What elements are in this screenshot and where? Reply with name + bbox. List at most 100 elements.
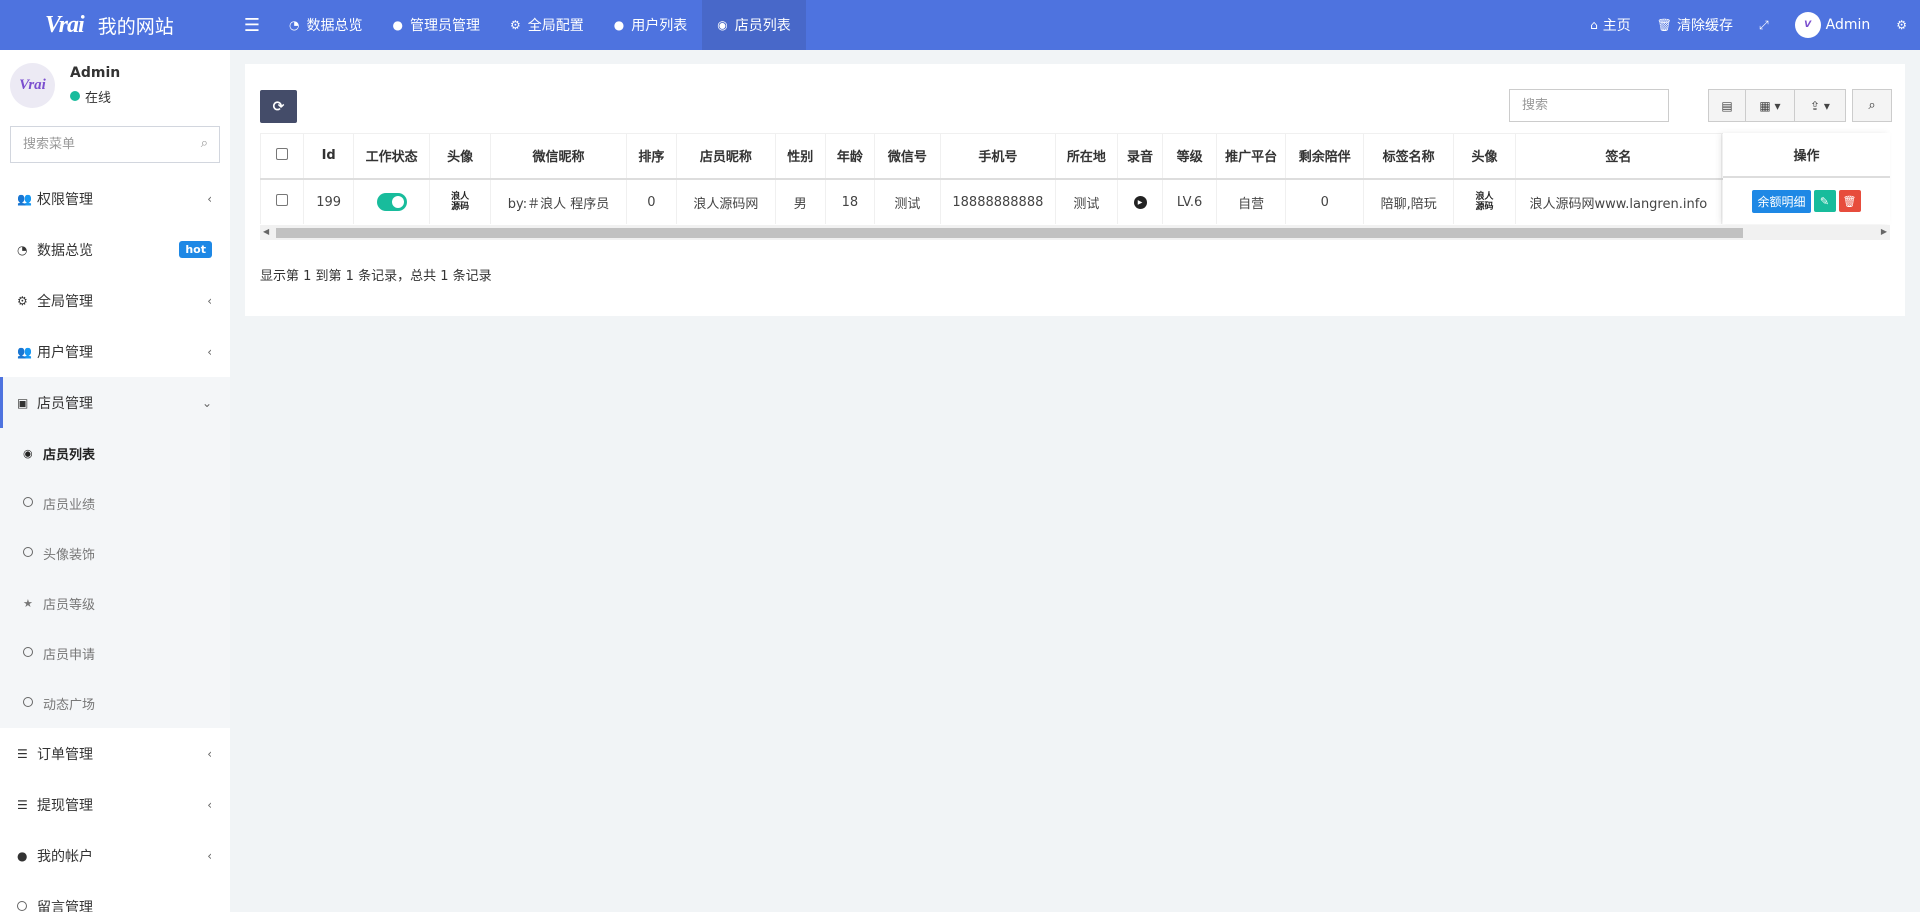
column-header[interactable]: 所在地 — [1055, 133, 1118, 180]
scrollbar-thumb[interactable] — [276, 228, 1743, 238]
site-logo: Vrai — [45, 11, 85, 38]
sidebar-item-global[interactable]: ⚙ 全局管理 ‹ — [0, 275, 230, 326]
sidebar-item-label: 权限管理 — [37, 191, 93, 208]
column-header[interactable]: 微信昵称 — [489, 133, 628, 180]
horizontal-scrollbar[interactable]: ◀ ▶ — [260, 225, 1890, 240]
select-all-checkbox[interactable] — [276, 147, 289, 160]
column-header[interactable]: 等级 — [1162, 133, 1217, 180]
select-all-header[interactable] — [260, 133, 305, 180]
advanced-search-button[interactable]: ⌕ — [1852, 89, 1892, 122]
edit-button[interactable]: ✎ — [1813, 190, 1836, 212]
sidebar-item-users[interactable]: 👥 用户管理 ‹ — [0, 326, 230, 377]
site-title: 我的网站 — [97, 15, 174, 38]
menu-search-input[interactable] — [10, 126, 220, 163]
sidebar-toggle-button[interactable]: ☰ — [230, 0, 274, 50]
sidebar-item-dashboard[interactable]: ◔ 数据总览 hot — [0, 224, 230, 275]
tab-dashboard[interactable]: ◔ 数据总览 — [274, 0, 377, 50]
home-link[interactable]: ⌂ 主页 — [1577, 0, 1644, 50]
user-icon: ● — [613, 18, 625, 32]
toggle-card-view-button[interactable]: ▤ — [1708, 89, 1746, 122]
sidebar-subitem-clerk-level[interactable]: ★ 店员等级 — [0, 578, 230, 628]
top-right-menu: ⌂ 主页 🗑 清除缓存 ⤢ V Admin ⚙ — [1577, 0, 1920, 50]
tab-user-list[interactable]: ● 用户列表 — [599, 0, 702, 50]
sidebar-subitem-feed-square[interactable]: 动态广场 — [0, 678, 230, 728]
sidebar-item-orders[interactable]: ☰ 订单管理 ‹ — [0, 728, 230, 779]
row-select-cell[interactable] — [260, 178, 305, 224]
balance-detail-button[interactable]: 余额明细 — [1752, 189, 1811, 213]
id-card-icon: ▣ — [17, 395, 29, 410]
ops-header: 操作 — [1723, 133, 1890, 178]
column-header[interactable]: 微信号 — [874, 133, 941, 180]
grid-icon: ▦ ▾ — [1759, 98, 1781, 113]
avatar[interactable]: 浪人源码 — [1472, 191, 1498, 211]
sidebar: Vrai Admin 在线 ⌕ 👥 权限管理 ‹ ◔ 数据总览 hot ⚙ 全局… — [0, 50, 230, 912]
scroll-right-icon[interactable]: ▶ — [1881, 227, 1887, 236]
sidebar-subitem-label: 店员申请 — [43, 647, 96, 663]
ops-cell: 余额明细 ✎ 🗑 — [1723, 178, 1890, 224]
column-header[interactable]: 头像 — [429, 133, 491, 180]
sidebar-item-permissions[interactable]: 👥 权限管理 ‹ — [0, 173, 230, 224]
column-header[interactable]: 录音 — [1116, 133, 1164, 180]
column-header[interactable]: 头像 — [1453, 133, 1516, 180]
user-circle-icon: ◉ — [717, 18, 728, 32]
sidebar-item-messages[interactable]: 留言管理 — [0, 881, 230, 912]
sidebar-subitem-clerk-application[interactable]: 店员申请 — [0, 628, 230, 678]
export-dropdown-button[interactable]: ⇪ ▾ — [1794, 89, 1846, 122]
column-header[interactable]: 年龄 — [824, 133, 876, 180]
column-header[interactable]: 工作状态 — [352, 133, 431, 180]
brand[interactable]: Vrai 我的网站 — [0, 0, 230, 50]
column-header[interactable]: 推广平台 — [1215, 133, 1287, 180]
sidebar-item-clerks[interactable]: ▣ 店员管理 ⌄ — [0, 377, 230, 428]
clear-cache-button[interactable]: 🗑 清除缓存 — [1644, 0, 1746, 50]
column-header[interactable]: 店员昵称 — [675, 133, 777, 180]
circle-icon — [17, 900, 37, 912]
table-icon: ▤ — [1721, 98, 1733, 113]
admin-user-menu[interactable]: V Admin — [1782, 0, 1884, 50]
column-header[interactable]: 签名 — [1514, 133, 1723, 180]
refresh-icon: ⟳ — [272, 98, 285, 115]
chevron-left-icon: ‹ — [207, 293, 212, 308]
menu-search: ⌕ — [10, 126, 220, 163]
tab-clerk-list[interactable]: ◉ 店员列表 — [702, 0, 806, 50]
table-header-row: Id 工作状态 头像 微信昵称 排序 店员昵称 性别 年龄 微信号 手机号 所在… — [260, 133, 1890, 180]
fullscreen-button[interactable]: ⤢ — [1746, 0, 1782, 50]
column-header[interactable]: 性别 — [775, 133, 826, 180]
cell-sort: 0 — [626, 178, 677, 224]
user-icon: ● — [392, 18, 403, 32]
settings-button[interactable]: ⚙ — [1883, 0, 1920, 50]
columns-dropdown-button[interactable]: ▦ ▾ — [1745, 89, 1795, 122]
database-icon: ☰ — [17, 746, 28, 761]
cell-id: 199 — [303, 178, 354, 224]
table-toolbar-buttons: ▤ ▦ ▾ ⇪ ▾ — [1708, 89, 1846, 122]
avatar[interactable]: 浪人源码 — [447, 191, 473, 211]
sidebar-subitem-avatar-decoration[interactable]: 头像装饰 — [0, 528, 230, 578]
clerks-submenu: ◉ 店员列表 店员业绩 头像装饰 ★ 店员等级 店员申请 动态广场 — [0, 428, 230, 728]
sidebar-item-withdrawals[interactable]: ☰ 提现管理 ‹ — [0, 779, 230, 830]
table-search-input[interactable] — [1509, 89, 1669, 122]
table-row[interactable]: 199 浪人源码 by:＃浪人 程序员 0 浪人源码网 男 18 测试 1888… — [260, 178, 1890, 224]
column-header[interactable]: 手机号 — [939, 133, 1057, 180]
work-status-toggle[interactable] — [376, 193, 407, 212]
sidebar-subitem-clerk-performance[interactable]: 店员业绩 — [0, 478, 230, 528]
column-header[interactable]: Id — [303, 133, 354, 180]
delete-button[interactable]: 🗑 — [1838, 190, 1861, 212]
column-header[interactable]: 标签名称 — [1362, 133, 1455, 180]
tab-global-config[interactable]: ⚙ 全局配置 — [495, 0, 599, 50]
column-header[interactable]: 剩余陪伴 — [1285, 133, 1364, 180]
chevron-left-icon: ‹ — [207, 797, 212, 812]
sidebar-item-label: 留言管理 — [37, 899, 93, 912]
row-checkbox[interactable] — [276, 194, 289, 207]
user-circle-icon: ◉ — [23, 446, 33, 460]
play-icon[interactable]: ▶ — [1133, 195, 1147, 209]
trash-icon: 🗑 — [1656, 18, 1672, 32]
cell-avatar2: 浪人源码 — [1453, 178, 1516, 224]
scroll-left-icon[interactable]: ◀ — [263, 227, 269, 236]
column-header[interactable]: 排序 — [626, 133, 677, 180]
sidebar-item-my-account[interactable]: ● 我的帐户 ‹ — [0, 830, 230, 881]
sidebar-subitem-clerk-list[interactable]: ◉ 店员列表 — [0, 428, 230, 478]
search-icon[interactable]: ⌕ — [201, 136, 208, 151]
tab-label: 店员列表 — [734, 18, 791, 34]
refresh-button[interactable]: ⟳ — [260, 90, 297, 123]
cell-phone: 18888888888 — [939, 178, 1057, 224]
tab-admin-manage[interactable]: ● 管理员管理 — [377, 0, 494, 50]
